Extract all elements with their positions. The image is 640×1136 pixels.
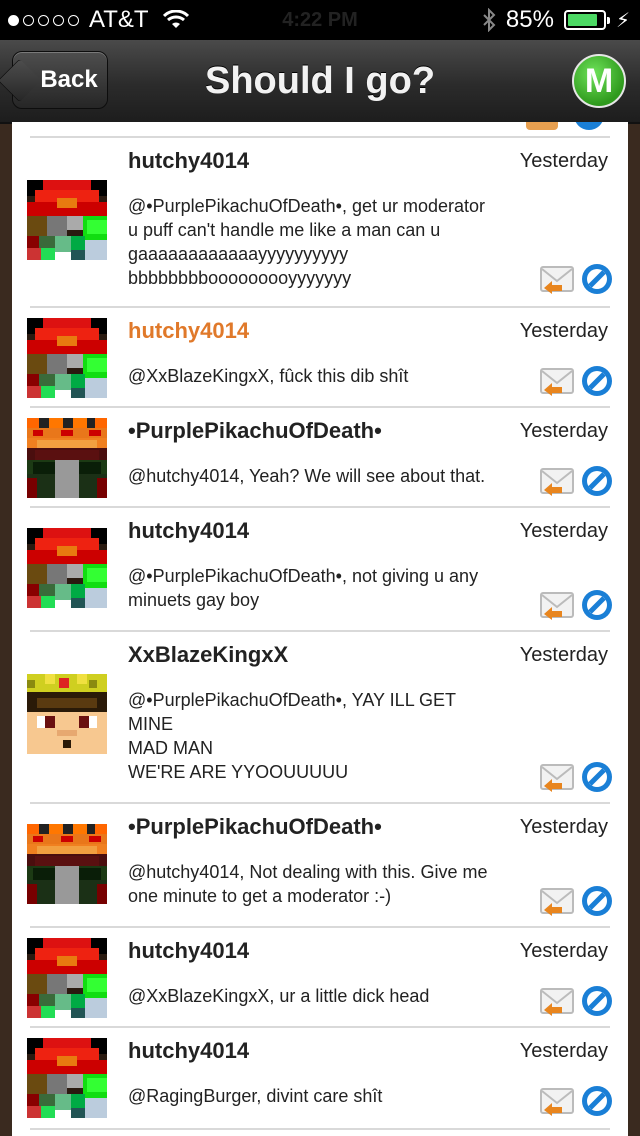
message-list[interactable]: hutchy4014 Yesterday @•PurplePikachuOfDeat… xyxy=(12,122,628,1136)
hutchy-avatar[interactable] xyxy=(27,318,107,398)
reply-icon[interactable] xyxy=(540,266,574,294)
timestamp: Yesterday xyxy=(519,644,608,666)
hutchy-avatar[interactable] xyxy=(27,938,107,1018)
reply-icon[interactable] xyxy=(540,368,574,396)
message-text: @hutchy4014, Not dealing with this. Give… xyxy=(128,862,488,906)
block-icon[interactable] xyxy=(580,760,614,794)
list-item[interactable]: •PurplePikachuOfDeath• Yesterday @hutchy40… xyxy=(12,408,628,508)
list-item[interactable]: hutchy4014 Yesterday @XxBlazeKingxX, fûck … xyxy=(12,308,628,408)
message-text: @•PurplePikachuOfDeath•, get ur moderato… xyxy=(128,196,486,288)
message-text: @•PurplePikachuOfDeath•, not giving u an… xyxy=(128,566,479,610)
username-link[interactable]: hutchy4014 xyxy=(128,1038,249,1064)
app-logo-button[interactable]: M xyxy=(572,54,626,108)
back-button-label: Back xyxy=(40,66,98,93)
reply-icon[interactable] xyxy=(540,1088,574,1116)
timestamp: Yesterday xyxy=(519,1040,608,1062)
block-icon[interactable] xyxy=(580,464,614,498)
username-link[interactable]: •PurplePikachuOfDeath• xyxy=(128,418,382,444)
battery-icon xyxy=(563,10,610,30)
message-text: @•PurplePikachuOfDeath•, YAY ILL GET MIN… xyxy=(128,690,457,782)
hutchy-avatar[interactable] xyxy=(27,528,107,608)
block-icon[interactable] xyxy=(580,1084,614,1118)
username-link[interactable]: •PurplePikachuOfDeath• xyxy=(128,814,382,840)
hutchy-avatar[interactable] xyxy=(27,180,107,260)
username-link[interactable]: XxBlazeKingxX xyxy=(128,642,288,668)
list-item[interactable]: hutchy4014 Yesterday @•PurplePikachuOfDeat… xyxy=(12,136,628,308)
bluetooth-icon xyxy=(483,8,496,32)
reply-icon[interactable] xyxy=(540,988,574,1016)
message-text: @RagingBurger, divint care shît xyxy=(128,1086,383,1106)
block-icon[interactable] xyxy=(580,364,614,398)
navigation-bar: Should I go? Back M xyxy=(0,40,640,124)
reply-icon[interactable] xyxy=(540,592,574,620)
timestamp: Yesterday xyxy=(519,520,608,542)
message-text: @hutchy4014, Yeah? We will see about tha… xyxy=(128,466,486,486)
list-item[interactable]: •PurplePikachuOfDeath• Yesterday @hutchy40… xyxy=(12,804,628,928)
block-icon[interactable] xyxy=(580,984,614,1018)
message-text: @XxBlazeKingxX, ur a little dick head xyxy=(128,986,430,1006)
divider xyxy=(30,1128,610,1130)
list-item[interactable]: hutchy4014 Yesterday @RagingBurger, divint… xyxy=(12,1028,628,1130)
reply-icon[interactable] xyxy=(540,888,574,916)
battery-percent: 85% xyxy=(505,6,554,33)
back-button[interactable]: Back xyxy=(12,51,108,109)
list-item[interactable]: hutchy4014 Yesterday @•PurplePikachuOfDeat… xyxy=(12,508,628,632)
purple-avatar[interactable] xyxy=(27,824,107,904)
timestamp: Yesterday xyxy=(519,420,608,442)
block-icon[interactable] xyxy=(580,262,614,296)
block-icon[interactable] xyxy=(574,122,604,130)
block-icon[interactable] xyxy=(580,588,614,622)
reply-icon[interactable] xyxy=(526,122,558,130)
timestamp: Yesterday xyxy=(519,816,608,838)
block-icon[interactable] xyxy=(580,884,614,918)
timestamp: Yesterday xyxy=(519,320,608,342)
username-link[interactable]: hutchy4014 xyxy=(128,938,249,964)
reply-icon[interactable] xyxy=(540,468,574,496)
status-bar: AT&T 4:22 PM 85% ⚡ xyxy=(0,0,640,40)
username-link[interactable]: hutchy4014 xyxy=(128,518,249,544)
blaze-avatar[interactable] xyxy=(27,674,107,754)
username-link[interactable]: hutchy4014 xyxy=(128,318,249,344)
purple-avatar[interactable] xyxy=(27,418,107,498)
charging-icon: ⚡ xyxy=(615,9,630,32)
hutchy-avatar[interactable] xyxy=(27,1038,107,1118)
timestamp: Yesterday xyxy=(519,150,608,172)
list-item[interactable]: hutchy4014 Yesterday @XxBlazeKingxX, ur a … xyxy=(12,928,628,1028)
reply-icon[interactable] xyxy=(540,764,574,792)
list-item[interactable]: XxBlazeKingxX Yesterday @•PurplePikachuOfD… xyxy=(12,632,628,804)
message-text: @XxBlazeKingxX, fûck this dib shît xyxy=(128,366,409,386)
timestamp: Yesterday xyxy=(519,940,608,962)
username-link[interactable]: hutchy4014 xyxy=(128,148,249,174)
